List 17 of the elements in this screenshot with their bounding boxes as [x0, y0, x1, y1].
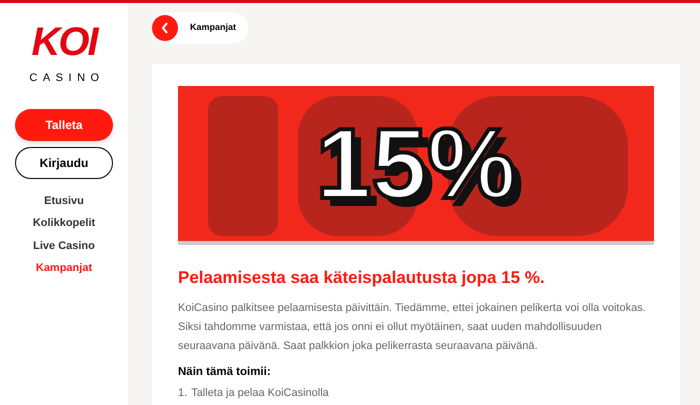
step-number: 1.	[178, 386, 188, 401]
nav-link[interactable]: Kolikkopelit	[32, 215, 96, 232]
nav-link[interactable]: Kampanjat	[36, 260, 92, 276]
logo-mark: KOI	[31, 20, 97, 64]
logo-word: CASINO	[28, 71, 105, 86]
article-heading: Pelaamisesta saa käteispalautusta jopa 15 %.	[178, 267, 546, 289]
steps-heading: Näin tämä toimii:	[178, 364, 272, 380]
step-text: Talleta ja pelaa KoiCasinolla	[191, 386, 329, 401]
article-paragraph: KoiCasino palkitsee pelaamisesta päivittäin. Tiedämme, ettei jokainen pelikerta voi olla voitokas. Siksi tahdomme varmistaa, että jos onni ei ollut myötäinen, saat uuden mahdollisuuden seuraavana päivänä. Saat palkkion joka pelikerrasta seuraavana päivänä.	[178, 300, 647, 354]
nav-link[interactable]: Live Casino	[33, 238, 95, 254]
login-button[interactable]: Kirjaudu	[15, 146, 113, 178]
deposit-button[interactable]: Talleta	[15, 108, 113, 140]
back-button[interactable]	[152, 15, 178, 41]
chevron-left-icon	[161, 22, 169, 34]
breadcrumb-label: Kampanjat	[190, 21, 236, 34]
logo[interactable]: KOI CASINO	[23, 20, 105, 86]
nav-link[interactable]: Etusivu	[44, 192, 84, 209]
